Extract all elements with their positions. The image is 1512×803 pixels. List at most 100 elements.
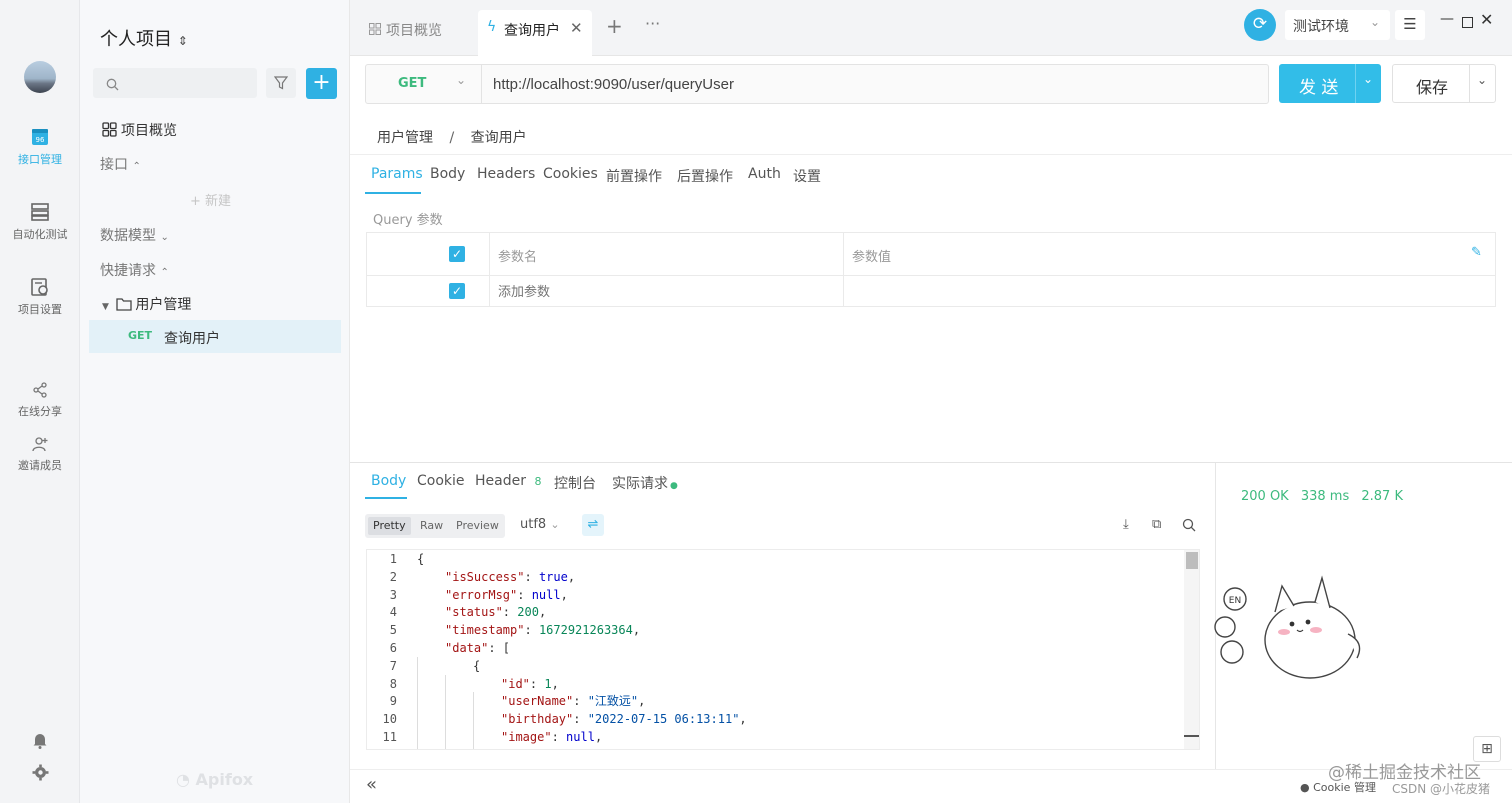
chevron-up-icon: ⌃ xyxy=(132,161,141,172)
close-window-icon[interactable]: ✕ xyxy=(1480,10,1493,29)
search-icon[interactable] xyxy=(1182,518,1196,532)
more-icon[interactable]: ··· xyxy=(645,14,660,33)
add-button[interactable]: + xyxy=(306,68,337,99)
method-label: GET xyxy=(398,76,427,91)
env-select[interactable]: 测试环境 ⌄ xyxy=(1285,10,1390,40)
breadcrumb-folder[interactable]: 用户管理 xyxy=(377,130,433,146)
section-api[interactable]: 接口 ⌃ xyxy=(100,154,141,174)
folder-icon xyxy=(116,298,133,311)
format-preview[interactable]: Preview xyxy=(456,519,499,532)
line-number: 7 xyxy=(389,658,397,673)
sidebar-item-overview[interactable]: 项目概览 xyxy=(102,120,177,140)
line-number: 11 xyxy=(382,730,397,744)
new-tab-icon[interactable]: + xyxy=(606,14,623,38)
url-input[interactable] xyxy=(484,66,1264,102)
wrap-icon[interactable]: ⇌ xyxy=(582,514,604,536)
line-number: 2 xyxy=(389,569,397,584)
section-api-label: 接口 xyxy=(100,157,128,173)
status-dot: ● xyxy=(670,481,678,491)
cookie-icon: ● xyxy=(1300,781,1310,794)
request-item-query-user[interactable]: GET 查询用户 xyxy=(89,320,341,353)
project-title: 个人项目 xyxy=(100,29,172,50)
rail-item-invite[interactable]: 邀请成员 xyxy=(0,436,80,473)
line-number: 1 xyxy=(389,552,397,566)
add-param-input[interactable] xyxy=(498,281,828,301)
format-pretty[interactable]: Pretty xyxy=(373,519,406,532)
send-button[interactable]: 发 送 ⌄ xyxy=(1279,64,1381,103)
section-quick[interactable]: 快捷请求 ⌃ xyxy=(100,260,169,280)
rail-item-share[interactable]: 在线分享 xyxy=(0,382,80,419)
response-body-editor[interactable]: 1 {2 "isSuccess": true, 3 "errorMsg": null, 4… xyxy=(366,549,1200,750)
overview-label: 项目概览 xyxy=(121,123,177,139)
tab-label: 查询用户 xyxy=(504,23,560,39)
bulk-edit-icon[interactable]: ✎ xyxy=(1471,245,1482,260)
tab-label: 项目概览 xyxy=(386,23,442,39)
env-label: 测试环境 xyxy=(1293,19,1349,35)
resp-tab-console[interactable]: 控制台 xyxy=(554,473,596,493)
resp-tab-cookie[interactable]: Cookie xyxy=(417,473,465,489)
format-toggle: Pretty Raw Preview xyxy=(365,514,505,538)
chevron-up-icon: ⌃ xyxy=(160,267,169,278)
rail-item-settings[interactable]: 项目设置 xyxy=(0,278,80,317)
method-select[interactable]: GET ⌄ xyxy=(366,65,482,103)
search-input[interactable] xyxy=(93,68,257,98)
new-button[interactable]: + 新建 xyxy=(190,190,231,209)
avatar[interactable] xyxy=(24,61,56,93)
code-text: "data": [ xyxy=(445,641,511,655)
code-text: "status": 200, xyxy=(445,605,547,620)
encoding-select[interactable]: utf8 ⌄ xyxy=(520,517,560,532)
header-count-badge: 8 xyxy=(534,475,542,488)
code-text: "birthday": "2022-07-15 06:13:11", xyxy=(501,712,747,727)
filter-button[interactable] xyxy=(266,68,296,98)
tab-headers[interactable]: Headers xyxy=(477,166,535,182)
code-text: "isSuccess": true, xyxy=(445,569,576,584)
resp-tab-actual-request[interactable]: 实际请求 ● xyxy=(612,473,678,493)
tab-settings[interactable]: 设置 xyxy=(793,166,821,186)
chevron-down-icon[interactable]: ⌄ xyxy=(1477,73,1487,87)
project-switcher[interactable]: 个人项目 ⇕ xyxy=(100,25,188,51)
code-text: "userName": "江致远", xyxy=(501,694,646,709)
maximize-icon[interactable] xyxy=(1462,17,1473,28)
folder-user-management[interactable]: ▼ 用户管理 xyxy=(102,294,191,314)
scrollbar-thumb[interactable] xyxy=(1186,552,1198,569)
tab-query-user[interactable]: ϟ 查询用户 ✕ xyxy=(478,10,592,57)
resp-tab-actual-label: 实际请求 xyxy=(612,476,668,492)
params-table: ✓ 参数名 参数值 ✎ ✓ xyxy=(366,232,1496,307)
chevron-down-icon[interactable]: ⌄ xyxy=(1363,72,1373,86)
tab-cookies[interactable]: Cookies xyxy=(543,166,598,182)
menu-icon[interactable]: ☰ xyxy=(1395,10,1425,40)
rail-item-automation[interactable]: 自动化测试 xyxy=(0,203,80,242)
automation-icon xyxy=(31,203,49,221)
download-icon[interactable]: ⤓ xyxy=(1123,517,1129,532)
tab-pre-script[interactable]: 前置操作 xyxy=(606,166,662,186)
rail-item-api[interactable]: 96 接口管理 xyxy=(0,128,80,167)
switch-arrows-icon: ⇕ xyxy=(177,34,188,48)
tab-project-overview[interactable]: 项目概览 xyxy=(350,10,475,46)
minimize-icon[interactable]: — xyxy=(1440,11,1454,27)
section-schema[interactable]: 数据模型 ⌄ xyxy=(100,225,169,245)
tab-params[interactable]: Params xyxy=(371,166,423,182)
row-checkbox[interactable]: ✓ xyxy=(449,283,465,299)
select-all-checkbox[interactable]: ✓ xyxy=(449,246,465,262)
copy-icon[interactable]: ⧉ xyxy=(1152,517,1161,532)
settings-doc-icon xyxy=(31,278,48,296)
resp-tab-body[interactable]: Body xyxy=(371,473,406,489)
refresh-icon[interactable]: ⟳ xyxy=(1244,9,1276,41)
response-status: 200 OK 338 ms 2.87 K xyxy=(1241,489,1403,504)
gear-icon[interactable] xyxy=(32,764,49,781)
tab-auth[interactable]: Auth xyxy=(748,166,781,182)
format-raw[interactable]: Raw xyxy=(420,519,443,532)
chevron-down-icon: ⌄ xyxy=(1370,15,1381,29)
bell-icon[interactable] xyxy=(32,731,48,749)
tab-post-script[interactable]: 后置操作 xyxy=(677,166,733,186)
code-text: "errorMsg": null, xyxy=(445,587,568,602)
close-icon[interactable]: ✕ xyxy=(570,19,583,37)
save-label: 保存 xyxy=(1416,78,1449,97)
save-button[interactable]: 保存 ⌄ xyxy=(1392,64,1496,103)
code-text: "id": 1, xyxy=(501,676,559,691)
tab-body[interactable]: Body xyxy=(430,166,465,182)
plus-icon: + xyxy=(190,194,201,209)
breadcrumb-sep: / xyxy=(449,130,455,146)
collapse-icon[interactable]: « xyxy=(366,774,377,795)
resp-tab-header[interactable]: Header 8 xyxy=(475,473,541,489)
